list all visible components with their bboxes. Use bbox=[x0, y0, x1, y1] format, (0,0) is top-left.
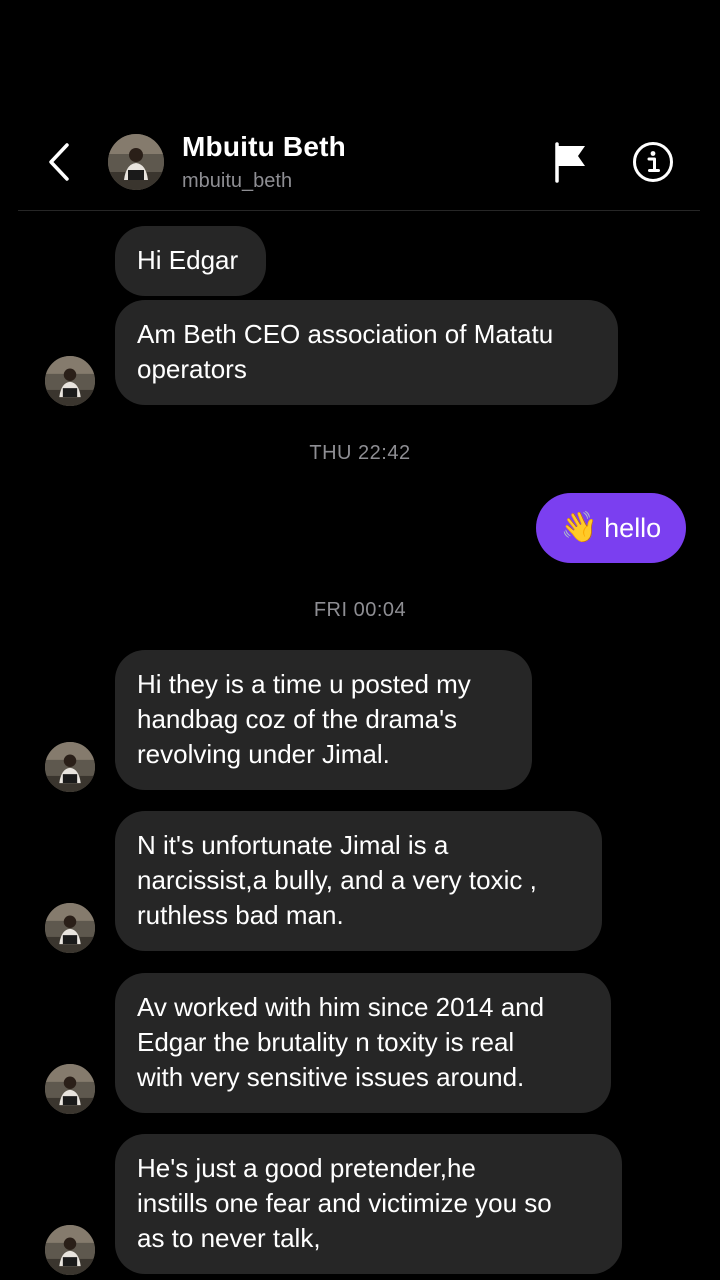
message-text: hello bbox=[604, 512, 662, 543]
message-text: Hi they is a time u posted my bbox=[137, 669, 471, 699]
info-circle-icon bbox=[633, 142, 673, 182]
back-button[interactable] bbox=[40, 140, 80, 184]
waving-hand-emoji: 👋 bbox=[560, 511, 599, 544]
contact-name[interactable]: Mbuitu Beth bbox=[182, 131, 346, 163]
message-text: N it's unfortunate Jimal is a bbox=[137, 830, 449, 860]
message-text: Av worked with him since 2014 and bbox=[137, 992, 545, 1022]
info-button[interactable] bbox=[630, 140, 676, 184]
chevron-left-icon bbox=[49, 143, 69, 181]
message-text: ruthless bad man. bbox=[137, 900, 344, 930]
timestamp: FRI 00:04 bbox=[313, 599, 407, 621]
message-text: Hi Edgar bbox=[137, 245, 239, 275]
message-text: handbag coz of the drama's bbox=[137, 704, 458, 734]
sender-avatar[interactable] bbox=[45, 1064, 95, 1114]
sent-message[interactable]: 👋 hello bbox=[536, 493, 686, 563]
message-text: with very sensitive issues around. bbox=[137, 1062, 525, 1092]
sender-avatar[interactable] bbox=[45, 356, 95, 406]
contact-username: mbuitu_beth bbox=[182, 170, 293, 192]
report-button[interactable] bbox=[550, 140, 590, 184]
received-message[interactable]: Hi they is a time u posted my handbag co… bbox=[115, 650, 532, 790]
header-divider bbox=[18, 210, 700, 211]
contact-avatar[interactable] bbox=[108, 134, 164, 190]
received-message[interactable]: N it's unfortunate Jimal is a narcissist… bbox=[115, 811, 602, 951]
flag-icon bbox=[555, 142, 585, 183]
received-message[interactable]: Hi Edgar bbox=[115, 226, 266, 296]
message-text: instills one fear and victimize you so bbox=[137, 1188, 552, 1218]
message-text: Edgar the brutality n toxity is real bbox=[137, 1027, 515, 1057]
received-message[interactable]: Am Beth CEO association of Matatu operat… bbox=[115, 300, 618, 405]
message-text: operators bbox=[137, 354, 247, 384]
timestamp: THU 22:42 bbox=[309, 442, 411, 464]
message-text: He's just a good pretender,he bbox=[137, 1153, 476, 1183]
message-text: as to never talk, bbox=[137, 1223, 321, 1253]
received-message[interactable]: Av worked with him since 2014 and Edgar … bbox=[115, 973, 611, 1113]
sender-avatar[interactable] bbox=[45, 903, 95, 953]
message-text: Am Beth CEO association of Matatu bbox=[137, 319, 554, 349]
chat-header: Mbuitu Beth mbuitu_beth bbox=[0, 0, 720, 211]
message-text: narcissist,a bully, and a very toxic , bbox=[137, 865, 537, 895]
sender-avatar[interactable] bbox=[45, 742, 95, 792]
message-text: revolving under Jimal. bbox=[137, 739, 390, 769]
sender-avatar[interactable] bbox=[45, 1225, 95, 1275]
received-message[interactable]: He's just a good pretender,he instills o… bbox=[115, 1134, 622, 1274]
